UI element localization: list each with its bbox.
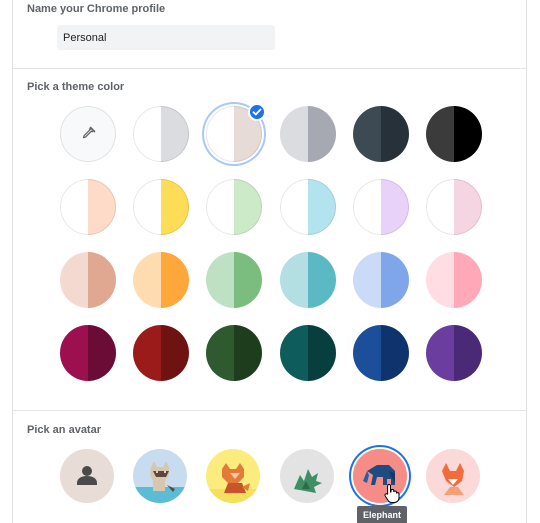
theme-color-swatch[interactable] [206, 325, 262, 381]
theme-color-swatch[interactable] [353, 325, 409, 381]
theme-color-swatch[interactable] [280, 325, 336, 381]
avatar-option[interactable] [426, 449, 480, 503]
avatar-section-title: Pick an avatar [27, 424, 101, 436]
theme-color-swatch[interactable] [280, 106, 336, 162]
custom-color-picker-button[interactable] [60, 106, 116, 162]
theme-color-swatch[interactable] [426, 325, 482, 381]
theme-color-swatch[interactable] [280, 179, 336, 235]
person-icon [60, 449, 114, 503]
checkmark-icon [248, 103, 266, 121]
avatar-tooltip: Elephant [357, 506, 408, 523]
theme-color-swatch[interactable] [426, 252, 482, 308]
origami-dragon-icon [280, 449, 334, 503]
avatar-option[interactable] [280, 449, 334, 503]
theme-color-swatch[interactable] [353, 252, 409, 308]
theme-color-swatch[interactable] [280, 252, 336, 308]
name-section-title: Name your Chrome profile [27, 3, 166, 15]
theme-color-swatch[interactable] [133, 106, 189, 162]
theme-color-swatch[interactable] [206, 179, 262, 235]
theme-color-swatch[interactable] [133, 252, 189, 308]
theme-color-swatch[interactable] [426, 179, 482, 235]
theme-color-swatch[interactable] [60, 252, 116, 308]
theme-color-swatch[interactable] [426, 106, 482, 162]
avatar-option[interactable] [133, 449, 187, 503]
theme-color-swatch[interactable] [60, 179, 116, 235]
hand-cursor-icon [384, 483, 400, 503]
eyedropper-icon [82, 126, 96, 139]
theme-color-swatch[interactable] [353, 106, 409, 162]
section-divider [12, 410, 527, 411]
theme-section-title: Pick a theme color [27, 81, 125, 93]
theme-color-swatch[interactable] [206, 252, 262, 308]
origami-fox2-icon [426, 449, 480, 503]
profile-name-input[interactable] [57, 25, 275, 50]
theme-color-swatch[interactable] [353, 179, 409, 235]
theme-color-swatch[interactable] [133, 179, 189, 235]
theme-color-swatch[interactable] [133, 325, 189, 381]
origami-cat-icon [133, 449, 187, 503]
origami-fox-icon [206, 449, 260, 503]
avatar-option[interactable] [206, 449, 260, 503]
avatar-option[interactable] [60, 449, 114, 503]
section-divider [12, 68, 527, 69]
theme-color-swatch[interactable] [60, 325, 116, 381]
